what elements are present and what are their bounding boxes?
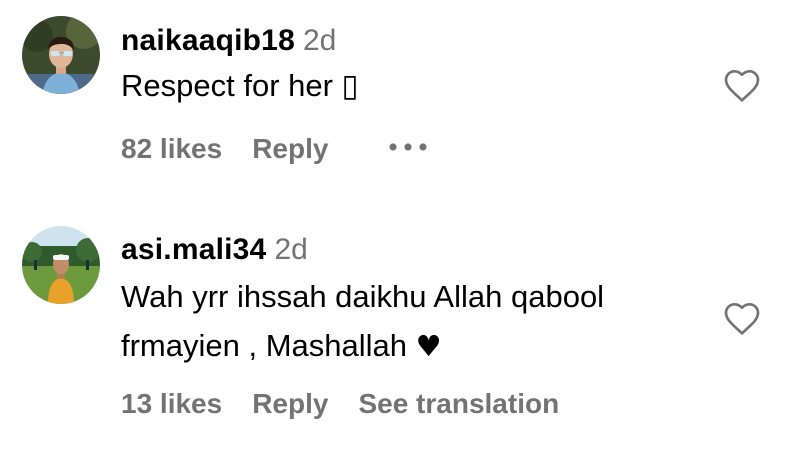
avatar[interactable] xyxy=(22,226,100,304)
heart-emoji: ♥ xyxy=(415,329,442,363)
comment-text: Respect for her ▯ xyxy=(121,68,359,103)
reply-button[interactable]: Reply xyxy=(252,388,328,419)
comment-actions: 82 likes Reply xyxy=(121,132,428,168)
comment-text-line: Wah yrr ihssah daikhu Allah qabool xyxy=(121,279,605,314)
comment-text-line-content: frmayien , Mashallah xyxy=(121,328,408,363)
comment-time[interactable]: 2d xyxy=(303,24,336,57)
avatar[interactable] xyxy=(22,16,100,94)
comment-time[interactable]: 2d xyxy=(274,233,307,266)
username[interactable]: naikaaqib18 xyxy=(121,24,295,57)
likes-count[interactable]: 13 likes xyxy=(121,388,222,419)
heart-outline-icon[interactable] xyxy=(722,299,762,339)
comment-text: Wah yrr ihssah daikhu Allah qabool frmay… xyxy=(121,272,604,371)
username[interactable]: asi.mali34 xyxy=(121,233,266,266)
likes-count[interactable]: 82 likes xyxy=(121,133,222,164)
comment-header: naikaaqib18 2d xyxy=(121,24,336,58)
more-horizontal-icon[interactable] xyxy=(388,126,428,160)
heart-outline-icon[interactable] xyxy=(722,66,762,106)
reply-button[interactable]: Reply xyxy=(252,133,328,164)
comment-text-line: frmayien , Mashallah ♥ xyxy=(121,321,604,371)
comment-actions: 13 likes Reply See translation xyxy=(121,387,559,421)
comment-header: asi.mali34 2d xyxy=(121,233,308,267)
see-translation-button[interactable]: See translation xyxy=(358,388,559,419)
